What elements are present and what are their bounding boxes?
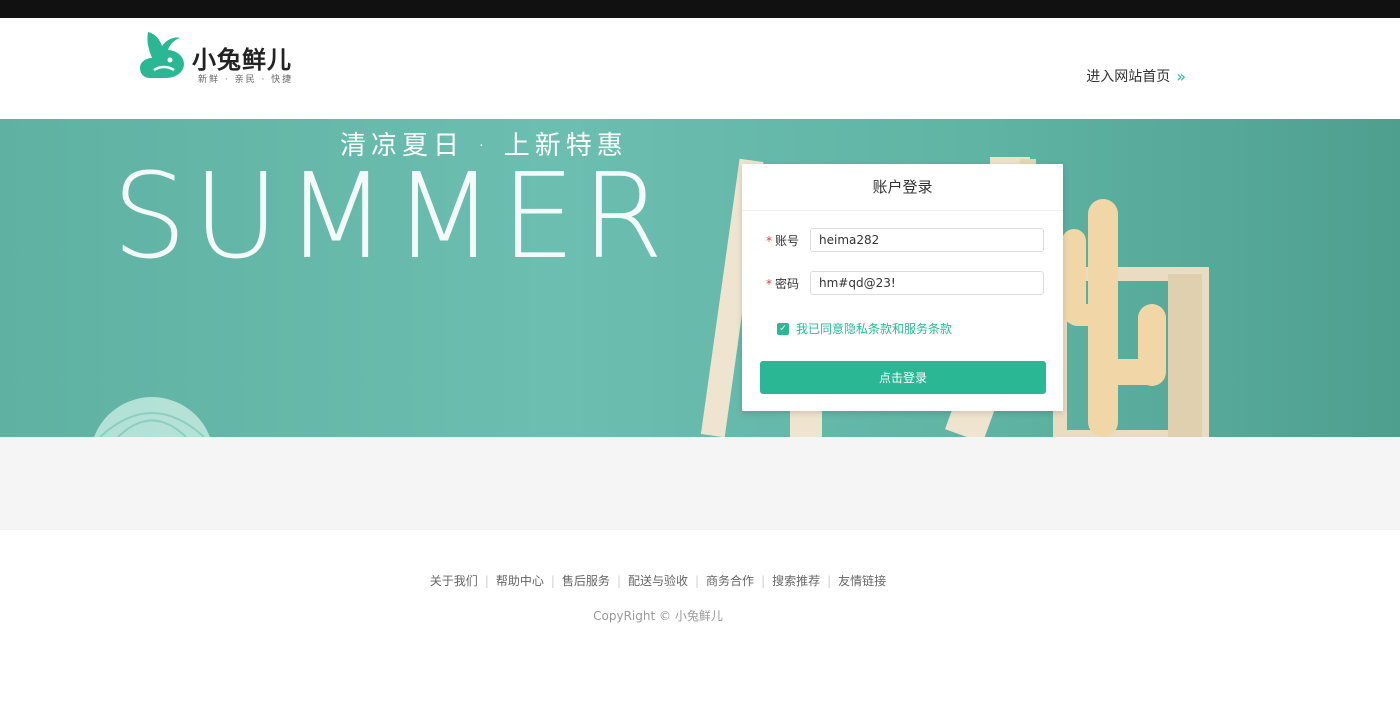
footer-link-help[interactable]: 帮助中心	[496, 574, 544, 588]
login-panel: 账户登录 *账号 *密码 ✓ 我已同意隐私条款和服务条款 点击登录	[742, 164, 1063, 411]
login-button[interactable]: 点击登录	[760, 361, 1046, 394]
copyright: CopyRight © 小兔鲜儿	[593, 609, 723, 623]
account-label-text: 账号	[775, 233, 800, 248]
password-label-text: 密码	[775, 276, 800, 291]
logo-slogan: 新鲜 · 亲民 · 快捷	[198, 75, 294, 85]
password-input[interactable]	[810, 271, 1044, 295]
agree-checkbox[interactable]: ✓	[777, 322, 789, 335]
footer-link-delivery[interactable]: 配送与验收	[628, 574, 688, 588]
required-mark: *	[766, 233, 772, 248]
login-title: 账户登录	[742, 164, 1063, 211]
gray-band	[0, 437, 1400, 530]
logo-name: 小兔鲜儿	[192, 46, 292, 74]
password-label: * 密码	[766, 275, 810, 292]
double-chevron-right-icon: »	[1176, 66, 1186, 86]
window-top-bar	[0, 0, 1400, 18]
site-footer: 关于我们 | 帮助中心 | 售后服务 | 配送与验收 | 商务合作 | 搜索推荐 | 友情链接 Copy…	[0, 530, 1400, 723]
password-row: * 密码	[766, 270, 1046, 296]
footer-link-friends[interactable]: 友情链接	[838, 574, 886, 588]
agree-terms[interactable]: ✓ 我已同意隐私条款和服务条款	[777, 320, 952, 337]
account-input[interactable]	[810, 228, 1044, 252]
footer-links: 关于我们 | 帮助中心 | 售后服务 | 配送与验收 | 商务合作 | 搜索推荐 | 友情链接	[429, 574, 887, 588]
agree-terms-text: 我已同意隐私条款和服务条款	[796, 322, 953, 336]
footer-link-business[interactable]: 商务合作	[706, 574, 754, 588]
footer-link-after-sales[interactable]: 售后服务	[562, 574, 610, 588]
logo[interactable]: 小兔鲜儿 新鲜 · 亲民 · 快捷	[136, 26, 316, 90]
summer-banner: 清凉夏日 · 上新特惠 SUMMER	[0, 119, 1400, 437]
required-mark: *	[766, 276, 772, 291]
footer-link-about[interactable]: 关于我们	[430, 574, 478, 588]
account-label: * 账号	[766, 232, 810, 249]
enter-homepage-link[interactable]: 进入网站首页 »	[1086, 66, 1186, 86]
banner-title: SUMMER	[112, 147, 670, 285]
rabbit-logo-icon	[140, 32, 184, 78]
enter-homepage-label: 进入网站首页	[1086, 69, 1171, 85]
site-header: 小兔鲜儿 新鲜 · 亲民 · 快捷 进入网站首页 »	[0, 18, 1400, 119]
account-row: * 账号	[766, 227, 1046, 253]
footer-link-search[interactable]: 搜索推荐	[772, 574, 820, 588]
